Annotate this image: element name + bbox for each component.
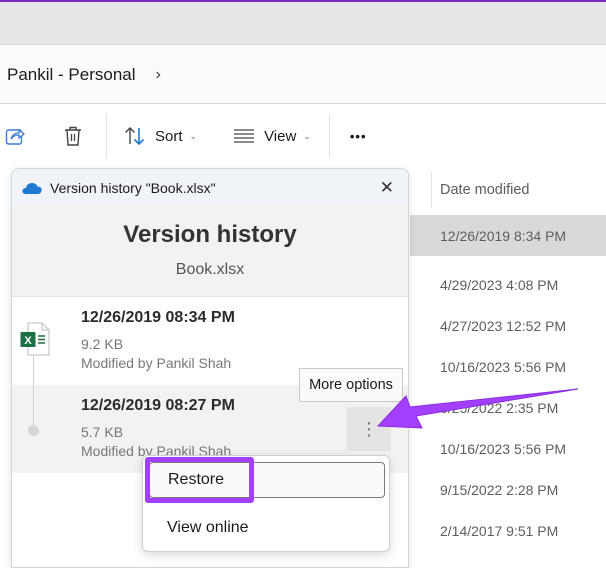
panel-title-bar: Version history "Book.xlsx" ✕ [12,169,408,207]
chevron-down-icon: ⌄ [303,130,311,141]
toolbar-divider [106,114,107,158]
panel-window-title: Version history "Book.xlsx" [50,180,216,196]
more-actions-button[interactable]: ••• [350,116,367,156]
view-icon [234,129,255,143]
file-row[interactable]: 9/15/2022 2:28 PM [410,469,606,510]
panel-file-name: Book.xlsx [175,261,245,278]
trash-icon [65,126,81,146]
view-label: View [264,127,297,145]
share-icon [5,128,25,145]
date-cell: 4/29/2023 4:08 PM [440,276,559,293]
date-cell: 9/15/2022 2:28 PM [440,481,559,498]
file-row[interactable]: 10/16/2023 5:56 PM [410,346,606,387]
date-cell: 4/27/2023 12:52 PM [440,317,567,334]
date-cell: 10/16/2023 5:56 PM [440,440,567,457]
toolbar: Sort ⌄ View ⌄ ••• [0,105,606,167]
panel-header: Version history Book.xlsx [12,207,408,297]
sort-label: Sort [155,127,183,145]
menu-item-view-online[interactable]: View online [149,510,385,546]
breadcrumb-item[interactable]: Pankil - Personal [7,65,136,85]
highlight-box [145,457,254,503]
column-header-date-modified[interactable]: Date modified [440,182,529,198]
toolbar-divider [328,114,330,158]
file-list: 12/26/2019 8:34 PM 4/29/2023 4:08 PM 4/2… [410,215,606,551]
sort-icon [125,127,145,146]
share-button[interactable] [5,116,25,156]
svg-text:X: X [24,335,32,347]
delete-button[interactable] [63,116,83,156]
list-header: Date modified [420,168,606,212]
view-button[interactable]: View ⌄ [233,116,311,156]
address-bar[interactable]: Pankil - Personal › [0,46,606,104]
file-row[interactable]: 12/26/2019 8:34 PM [410,215,606,256]
version-date: 12/26/2019 08:34 PM [81,309,235,326]
date-cell: 2/14/2017 9:51 PM [440,522,559,539]
onedrive-cloud-icon [22,183,42,194]
excel-file-icon: X [20,322,50,356]
date-cell: 10/16/2023 5:56 PM [440,358,567,375]
timeline-dot [28,425,39,436]
file-row[interactable]: 4/29/2023 4:08 PM [410,264,606,305]
sort-button[interactable]: Sort ⌄ [124,116,197,156]
chevron-down-icon: ⌄ [189,130,198,141]
version-size: 9.2 KB [81,336,124,352]
date-cell: 12/26/2019 8:34 PM [440,227,567,244]
annotation-arrow-icon [376,388,579,429]
panel-heading: Version history [123,221,297,248]
ellipsis-icon: ••• [349,128,367,144]
file-row[interactable]: 2/14/2017 9:51 PM [410,510,606,551]
column-divider[interactable] [431,172,432,208]
timeline-line [33,355,34,430]
file-row[interactable]: 4/27/2023 12:52 PM [410,305,606,346]
chevron-right-icon[interactable]: › [156,66,161,84]
close-icon[interactable]: ✕ [380,178,394,198]
title-bar [0,0,606,45]
